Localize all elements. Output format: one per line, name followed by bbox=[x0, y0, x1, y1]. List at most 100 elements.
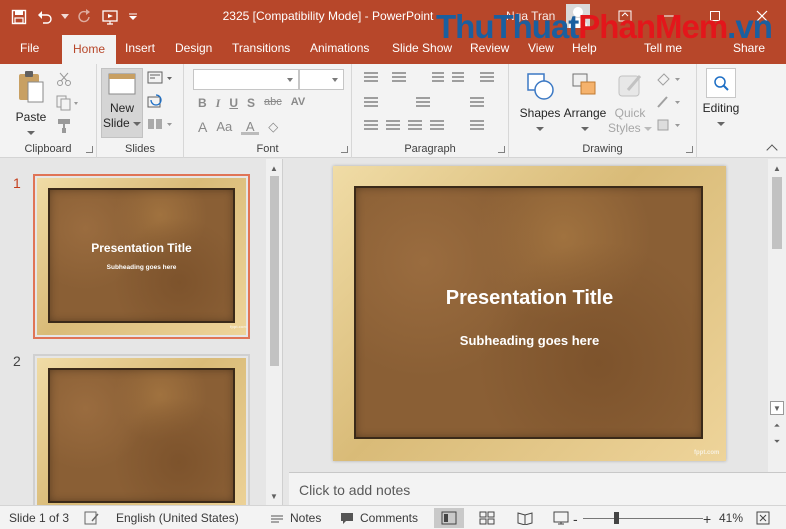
scroll-down-icon[interactable]: ▼ bbox=[267, 489, 281, 503]
spelling-icon[interactable] bbox=[84, 511, 100, 525]
paragraph-group: Paragraph bbox=[352, 64, 509, 158]
status-bar: Slide 1 of 3 English (United States) Not… bbox=[0, 505, 786, 529]
align-text-icon[interactable] bbox=[470, 97, 484, 109]
previous-slide-icon[interactable]: ⏶ bbox=[770, 419, 784, 433]
underline-button[interactable]: U bbox=[229, 96, 238, 111]
layout-icon[interactable] bbox=[147, 71, 175, 88]
zoom-out-button[interactable]: - bbox=[573, 511, 578, 527]
slide-title[interactable]: Presentation Title bbox=[333, 287, 726, 310]
copy-icon[interactable] bbox=[56, 95, 80, 114]
section-icon[interactable] bbox=[147, 117, 175, 134]
shapes-icon bbox=[527, 73, 554, 100]
current-slide[interactable]: Presentation Title Subheading goes here … bbox=[333, 166, 726, 461]
decrease-indent-icon[interactable] bbox=[432, 72, 444, 84]
paragraph-group-label: Paragraph bbox=[404, 143, 456, 155]
find-icon bbox=[706, 68, 736, 98]
increase-indent-icon[interactable] bbox=[452, 72, 464, 84]
scroll-up-icon[interactable]: ▲ bbox=[267, 161, 281, 175]
font-color-icon[interactable]: A bbox=[241, 119, 260, 135]
next-slide-icon[interactable]: ⏷ bbox=[770, 435, 784, 449]
paste-label: Paste bbox=[15, 110, 47, 124]
thumbnail-1-board bbox=[48, 188, 235, 323]
comments-label: Comments bbox=[360, 511, 419, 525]
thumbnail-2-board bbox=[48, 368, 235, 503]
paragraph-launcher-icon[interactable] bbox=[498, 146, 505, 153]
align-left-icon[interactable] bbox=[364, 120, 378, 132]
language-indicator[interactable]: English (United States) bbox=[116, 511, 239, 525]
zoom-slider-thumb[interactable] bbox=[614, 512, 619, 524]
font-size-dropdown[interactable] bbox=[299, 69, 344, 90]
normal-view-icon[interactable] bbox=[434, 508, 464, 528]
font-format-row: B I U S abc AV bbox=[198, 96, 305, 111]
editing-label: Editing bbox=[702, 101, 740, 115]
align-center-icon[interactable] bbox=[386, 120, 400, 132]
zoom-slider[interactable] bbox=[583, 518, 703, 519]
collapse-ribbon-icon[interactable] bbox=[766, 144, 778, 156]
reset-icon[interactable] bbox=[147, 94, 163, 113]
grow-font-button[interactable]: A bbox=[198, 119, 207, 135]
zoom-in-button[interactable]: + bbox=[703, 511, 711, 527]
notes-pane[interactable]: Click to add notes bbox=[289, 472, 786, 505]
drawing-launcher-icon[interactable] bbox=[686, 146, 693, 153]
align-right-icon[interactable] bbox=[408, 120, 422, 132]
tab-home[interactable]: Home bbox=[62, 35, 117, 64]
thumbnails-scrollbar[interactable]: ▲ ▼ bbox=[266, 159, 282, 505]
thumbnail-2-frame bbox=[37, 358, 246, 505]
clear-formatting-icon[interactable]: ◇ bbox=[268, 119, 278, 135]
tab-file[interactable]: File bbox=[20, 41, 39, 55]
bullets-icon[interactable] bbox=[364, 72, 378, 84]
slide-counter: Slide 1 of 3 bbox=[9, 511, 70, 525]
cut-icon[interactable] bbox=[56, 71, 72, 90]
clipboard-launcher-icon[interactable] bbox=[86, 146, 93, 153]
fit-to-window-icon[interactable] bbox=[756, 511, 770, 525]
justify-icon[interactable] bbox=[430, 120, 444, 132]
shape-effects-icon[interactable] bbox=[655, 117, 683, 136]
paste-button[interactable]: Paste bbox=[10, 70, 52, 140]
notes-button[interactable]: Notes bbox=[270, 511, 321, 525]
slide-scrollbar[interactable]: ▲ ▼ ⏶ ⏷ bbox=[768, 159, 786, 472]
character-spacing-button[interactable]: AV bbox=[291, 96, 305, 111]
arrange-dropdown-icon bbox=[581, 127, 589, 131]
quick-styles-button[interactable]: Quick Styles bbox=[607, 70, 653, 140]
line-spacing-icon[interactable] bbox=[480, 72, 494, 84]
slide-thumbnail-2[interactable] bbox=[33, 354, 250, 505]
thumbnails-scroll-thumb[interactable] bbox=[270, 176, 279, 366]
shape-outline-icon[interactable] bbox=[655, 94, 683, 113]
strikethrough-button[interactable]: abc bbox=[264, 96, 282, 111]
slide-show-icon[interactable] bbox=[546, 508, 576, 528]
tab-transitions[interactable]: Transitions bbox=[232, 41, 290, 55]
new-slide-button[interactable]: New Slide bbox=[101, 68, 143, 138]
slide-thumbnail-1[interactable]: Presentation Title Subheading goes here … bbox=[33, 174, 250, 339]
italic-button[interactable]: I bbox=[216, 96, 221, 111]
slide-sorter-icon[interactable] bbox=[472, 508, 502, 528]
notes-placeholder[interactable]: Click to add notes bbox=[299, 482, 410, 498]
comment-icon bbox=[341, 512, 353, 524]
format-painter-icon[interactable] bbox=[56, 118, 72, 137]
zoom-level[interactable]: 41% bbox=[719, 511, 743, 525]
convert-smartart-icon[interactable] bbox=[470, 120, 484, 132]
tab-insert[interactable]: Insert bbox=[125, 41, 155, 55]
arrange-button[interactable]: Arrange bbox=[561, 70, 609, 140]
font-name-dropdown[interactable] bbox=[193, 69, 299, 90]
editing-button[interactable]: Editing bbox=[699, 68, 743, 138]
slide-scroll-up-icon[interactable]: ▲ bbox=[770, 161, 784, 175]
numbering-icon[interactable] bbox=[392, 72, 406, 84]
text-direction-icon[interactable] bbox=[416, 97, 430, 109]
columns-icon[interactable] bbox=[364, 97, 378, 109]
change-case-button[interactable]: Aa bbox=[216, 119, 232, 135]
ribbon: Paste Clipboard New Slide Slides B I U S… bbox=[0, 64, 786, 158]
tab-animations[interactable]: Animations bbox=[310, 41, 369, 55]
tab-design[interactable]: Design bbox=[175, 41, 212, 55]
slide-scroll-thumb[interactable] bbox=[772, 177, 782, 249]
reading-view-icon[interactable] bbox=[510, 508, 540, 528]
thumbnail-1-brand: fppt.com bbox=[230, 324, 247, 329]
bold-button[interactable]: B bbox=[198, 96, 207, 111]
comments-button[interactable]: Comments bbox=[340, 511, 418, 525]
shapes-button[interactable]: Shapes bbox=[517, 70, 563, 140]
slide-scroll-down-icon[interactable]: ▼ bbox=[770, 401, 784, 415]
thumbnail-1-frame: Presentation Title Subheading goes here … bbox=[37, 178, 247, 335]
font-launcher-icon[interactable] bbox=[341, 146, 348, 153]
shape-fill-icon[interactable] bbox=[655, 71, 683, 90]
shadow-button[interactable]: S bbox=[247, 96, 255, 111]
slide-subtitle[interactable]: Subheading goes here bbox=[333, 333, 726, 348]
